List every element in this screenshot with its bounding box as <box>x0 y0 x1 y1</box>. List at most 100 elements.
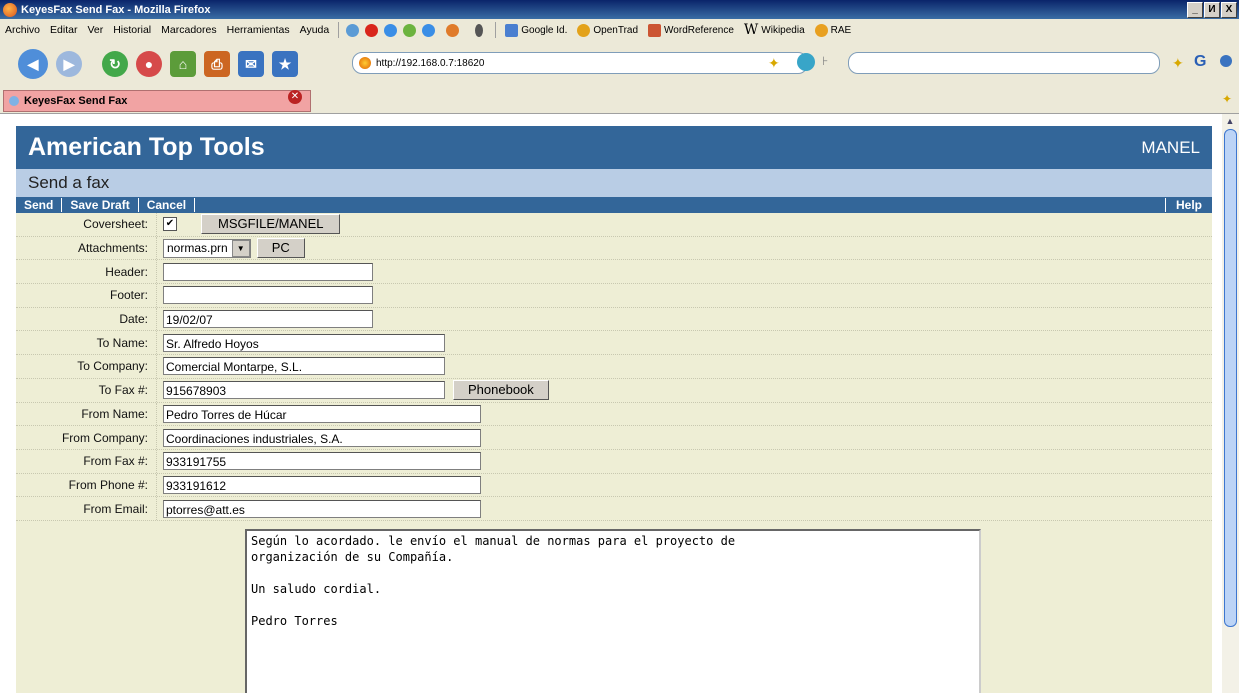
from-name-input[interactable]: Pedro Torres de Húcar <box>163 404 481 423</box>
tab-list-icon[interactable]: ✦ <box>1222 92 1232 106</box>
bookmark-wordreference[interactable]: WordReference <box>643 23 739 37</box>
wikipedia-icon: W <box>743 22 759 38</box>
coversheet-checkbox[interactable]: ✔ <box>163 217 177 232</box>
bookmark-google-id[interactable]: Google Id. <box>500 23 572 37</box>
close-button[interactable]: X <box>1221 2 1237 18</box>
extension-icon[interactable] <box>403 23 417 37</box>
menu-historial[interactable]: Historial <box>108 24 156 36</box>
tab-close-icon[interactable]: ✕ <box>288 90 302 104</box>
send-button[interactable]: Send <box>16 198 63 212</box>
to-fax-input[interactable]: 915678903 <box>163 381 445 400</box>
minimize-button[interactable]: _ <box>1187 2 1203 18</box>
menu-archivo[interactable]: Archivo <box>0 24 45 36</box>
help-button[interactable]: Help <box>1164 198 1212 212</box>
bookmark-opentrad[interactable]: OpenTrad <box>572 23 643 37</box>
tab-keyesfax[interactable]: KeyesFax Send Fax <box>3 90 311 112</box>
from-fax-label: From Fax #: <box>16 449 157 473</box>
from-phone-label: From Phone #: <box>16 473 157 497</box>
separator <box>495 22 497 38</box>
form-row-footer: Footer: <box>16 284 1212 308</box>
email-icon[interactable]: ✉ <box>238 51 264 77</box>
action-bar: Send Save Draft Cancel Help <box>16 197 1212 213</box>
window-titlebar: KeyesFax Send Fax - Mozilla Firefox _ И … <box>0 0 1239 19</box>
date-label: Date: <box>16 307 157 331</box>
myspace-icon[interactable] <box>446 23 460 37</box>
from-company-input[interactable]: Coordinaciones industriales, S.A. <box>163 428 481 447</box>
from-email-label: From Email: <box>16 497 157 520</box>
go-icon[interactable] <box>797 53 815 71</box>
footer-label: Footer: <box>16 284 157 307</box>
form-row-to-company: To Company: Comercial Montarpe, S.L. <box>16 355 1212 379</box>
site-icon <box>359 57 371 69</box>
form-row-date: Date: 19/02/07 <box>16 307 1212 332</box>
header-input[interactable] <box>163 262 373 281</box>
bookmark-icon[interactable]: ★ <box>272 51 298 77</box>
from-email-input[interactable]: ptorres@att.es <box>163 499 481 518</box>
form-row-message: Según lo acordado. le envío el manual de… <box>16 521 1212 693</box>
attachments-label: Attachments: <box>16 236 157 260</box>
extension-icon[interactable] <box>422 23 436 37</box>
vertical-scrollbar[interactable]: ▲ <box>1222 114 1239 693</box>
from-fax-input[interactable]: 933191755 <box>163 452 481 471</box>
menu-ayuda[interactable]: Ayuda <box>295 24 335 36</box>
search-input[interactable] <box>848 52 1160 74</box>
form-row-to-name: To Name: Sr. Alfredo Hoyos <box>16 331 1212 356</box>
form-row-attachments: Attachments: normas.prn ▼ PC <box>16 236 1212 261</box>
maximize-button[interactable]: И <box>1204 2 1220 18</box>
msgfile-button[interactable]: MSGFILE/MANEL <box>201 214 341 235</box>
scroll-thumb[interactable] <box>1224 129 1237 627</box>
tab-icon <box>9 96 19 106</box>
to-fax-label: To Fax #: <box>16 378 157 402</box>
google-icon <box>505 23 519 37</box>
form-row-from-company: From Company: Coordinaciones industriale… <box>16 426 1212 450</box>
app-header: American Top Tools MANEL <box>16 126 1212 169</box>
star-icon[interactable]: ✦ <box>768 55 780 72</box>
cancel-button[interactable]: Cancel <box>139 198 196 212</box>
star-icon[interactable]: ✦ <box>1172 55 1184 72</box>
window-controls: _ И X <box>1187 2 1237 18</box>
extension-icon[interactable] <box>384 23 398 37</box>
extension-icon[interactable] <box>1220 55 1232 67</box>
save-draft-button[interactable]: Save Draft <box>62 198 139 212</box>
to-name-input[interactable]: Sr. Alfredo Hoyos <box>163 333 445 352</box>
phonebook-button[interactable]: Phonebook <box>453 380 549 401</box>
form-row-header: Header: <box>16 260 1212 285</box>
print-icon[interactable]: ⎙ <box>204 51 230 77</box>
url-bar[interactable]: http://192.168.0.7:18620 <box>352 52 808 74</box>
user-name: MANEL <box>1141 137 1200 157</box>
stop-button[interactable]: ● <box>136 51 162 77</box>
attachments-select[interactable]: normas.prn ▼ <box>163 238 251 258</box>
message-textarea[interactable]: Según lo acordado. le envío el manual de… <box>245 528 981 693</box>
navigation-bar: ◀ ▶ ↻ ● ⌂ ⎙ ✉ ★ http://192.168.0.7:18620… <box>0 41 1239 87</box>
brand-title: American Top Tools <box>28 133 265 161</box>
menu-editar[interactable]: Editar <box>45 24 82 36</box>
pc-button[interactable]: PC <box>256 238 305 259</box>
menu-herramientas[interactable]: Herramientas <box>222 24 295 36</box>
wordreference-icon <box>648 23 662 37</box>
from-company-label: From Company: <box>16 426 157 449</box>
scroll-up-icon[interactable]: ▲ <box>1224 115 1236 127</box>
google-search-icon[interactable]: G <box>1194 53 1206 71</box>
url-text: http://192.168.0.7:18620 <box>376 57 485 69</box>
bookmark-rae[interactable]: RAE <box>810 23 857 37</box>
form-row-from-phone: From Phone #: 933191612 <box>16 473 1212 498</box>
date-input[interactable]: 19/02/07 <box>163 310 373 329</box>
menu-ver[interactable]: Ver <box>82 24 108 36</box>
menu-marcadores[interactable]: Marcadores <box>156 24 221 36</box>
to-company-input[interactable]: Comercial Montarpe, S.L. <box>163 357 445 376</box>
window-title: KeyesFax Send Fax - Mozilla Firefox <box>21 3 211 16</box>
home-icon[interactable]: ⌂ <box>170 51 196 77</box>
from-phone-input[interactable]: 933191612 <box>163 475 481 494</box>
footer-input[interactable] <box>163 286 373 305</box>
bookmark-wikipedia[interactable]: W Wikipedia <box>739 22 810 38</box>
reload-button[interactable]: ↻ <box>102 51 128 77</box>
extension-icon[interactable] <box>346 23 360 37</box>
back-button[interactable]: ◀ <box>18 49 48 79</box>
forward-button[interactable]: ▶ <box>56 51 82 77</box>
to-company-label: To Company: <box>16 355 157 378</box>
adblock-icon[interactable] <box>365 23 379 37</box>
arrow-icon: ⊦ <box>822 54 829 68</box>
page-content: American Top Tools MANEL Send a fax Send… <box>0 114 1222 693</box>
form-row-from-name: From Name: Pedro Torres de Húcar <box>16 402 1212 427</box>
extension-icon[interactable] <box>475 23 484 37</box>
